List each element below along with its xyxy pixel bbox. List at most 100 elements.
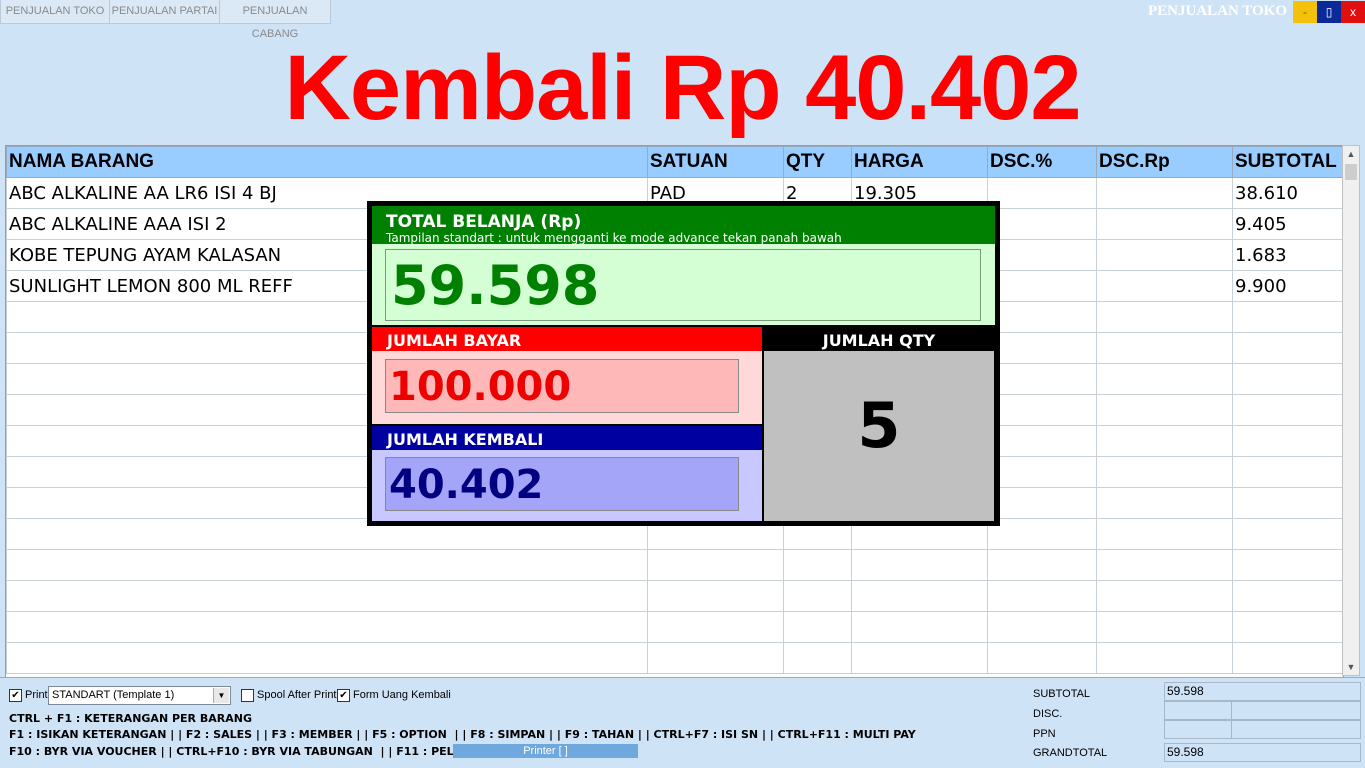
table-cell[interactable] <box>1096 239 1233 271</box>
table-cell[interactable] <box>6 549 648 581</box>
minimize-button[interactable]: - <box>1293 1 1317 23</box>
ppn-percent-field[interactable] <box>1164 720 1232 739</box>
table-cell[interactable] <box>1096 425 1233 457</box>
table-cell[interactable] <box>987 549 1097 581</box>
table-cell[interactable] <box>987 456 1097 488</box>
table-cell[interactable] <box>987 177 1097 209</box>
table-cell[interactable] <box>1096 394 1233 426</box>
table-cell[interactable] <box>647 580 784 612</box>
chevron-down-icon[interactable]: ▼ <box>213 688 229 703</box>
col-satuan[interactable]: SATUAN <box>647 146 784 178</box>
table-cell[interactable] <box>1096 642 1233 674</box>
disc-percent-field[interactable] <box>1164 701 1232 720</box>
table-row[interactable] <box>6 580 1343 612</box>
total-belanja-field[interactable]: 59.598 <box>385 249 981 321</box>
table-cell[interactable] <box>1232 549 1343 581</box>
table-cell[interactable] <box>1096 270 1233 302</box>
col-subtotal[interactable]: SUBTOTAL <box>1232 146 1343 178</box>
table-cell[interactable] <box>1232 425 1343 457</box>
table-cell[interactable] <box>783 611 852 643</box>
grid-scrollbar[interactable]: ▲ ▼ <box>1342 145 1360 676</box>
ppn-amount-field[interactable] <box>1231 720 1361 739</box>
table-cell[interactable] <box>851 549 988 581</box>
table-cell[interactable] <box>987 270 1097 302</box>
table-cell[interactable] <box>851 611 988 643</box>
table-cell[interactable] <box>6 642 648 674</box>
table-cell[interactable] <box>647 642 784 674</box>
table-cell[interactable] <box>6 580 648 612</box>
table-cell[interactable] <box>987 394 1097 426</box>
summary-box: SUBTOTAL DISC. PPN GRANDTOTAL 59.598 59.… <box>1025 680 1363 766</box>
print-checkbox[interactable]: ✔ <box>9 689 22 702</box>
jumlah-bayar-field[interactable]: 100.000 <box>385 359 739 413</box>
table-cell[interactable] <box>987 363 1097 395</box>
table-cell[interactable] <box>1096 580 1233 612</box>
table-cell[interactable] <box>987 301 1097 333</box>
tab-penjualan-toko[interactable]: PENJUALAN TOKO <box>0 0 110 24</box>
table-cell[interactable] <box>1232 611 1343 643</box>
spool-checkbox[interactable] <box>241 689 254 702</box>
table-cell[interactable] <box>851 580 988 612</box>
window-title: PENJUALAN TOKO <box>1147 3 1287 19</box>
table-cell[interactable] <box>1232 642 1343 674</box>
table-cell[interactable] <box>987 487 1097 519</box>
table-cell[interactable] <box>1232 394 1343 426</box>
table-cell[interactable] <box>987 642 1097 674</box>
table-cell[interactable] <box>987 208 1097 240</box>
table-cell[interactable] <box>1232 456 1343 488</box>
table-cell[interactable] <box>1096 487 1233 519</box>
table-cell[interactable]: 38.610 <box>1232 177 1343 209</box>
table-cell[interactable] <box>1232 363 1343 395</box>
table-cell[interactable] <box>1096 456 1233 488</box>
form-uang-kembali-checkbox[interactable]: ✔ <box>337 689 350 702</box>
maximize-button[interactable]: ▯ <box>1317 1 1341 23</box>
table-cell[interactable] <box>987 332 1097 364</box>
table-cell[interactable] <box>1096 208 1233 240</box>
table-row[interactable] <box>6 611 1343 643</box>
table-cell[interactable] <box>987 239 1097 271</box>
table-cell[interactable] <box>1096 363 1233 395</box>
table-cell[interactable]: 9.405 <box>1232 208 1343 240</box>
table-cell[interactable] <box>6 611 648 643</box>
table-row[interactable] <box>6 549 1343 581</box>
table-cell[interactable] <box>1232 487 1343 519</box>
table-cell[interactable] <box>851 642 988 674</box>
scroll-up-icon[interactable]: ▲ <box>1343 146 1359 162</box>
table-cell[interactable] <box>647 611 784 643</box>
col-dsc-percent[interactable]: DSC.% <box>987 146 1097 178</box>
table-cell[interactable] <box>1232 518 1343 550</box>
table-cell[interactable] <box>1096 301 1233 333</box>
col-dsc-rp[interactable]: DSC.Rp <box>1096 146 1233 178</box>
table-cell[interactable] <box>783 580 852 612</box>
table-cell[interactable] <box>987 425 1097 457</box>
table-cell[interactable] <box>1096 177 1233 209</box>
col-qty[interactable]: QTY <box>783 146 852 178</box>
table-cell[interactable] <box>1096 611 1233 643</box>
jumlah-qty-value: 5 <box>857 389 901 462</box>
table-cell[interactable] <box>987 580 1097 612</box>
table-cell[interactable] <box>1232 580 1343 612</box>
table-cell[interactable] <box>1096 549 1233 581</box>
table-cell[interactable] <box>1096 518 1233 550</box>
col-harga[interactable]: HARGA <box>851 146 988 178</box>
table-cell[interactable] <box>1232 301 1343 333</box>
close-button[interactable]: x <box>1341 1 1365 23</box>
table-cell[interactable] <box>1096 332 1233 364</box>
template-select[interactable]: STANDART (Template 1) ▼ <box>48 686 231 705</box>
disc-amount-field[interactable] <box>1231 701 1361 720</box>
table-cell[interactable] <box>987 518 1097 550</box>
jumlah-kembali-field[interactable]: 40.402 <box>385 457 739 511</box>
col-nama-barang[interactable]: NAMA BARANG <box>6 146 648 178</box>
table-cell[interactable] <box>783 642 852 674</box>
table-cell[interactable]: 1.683 <box>1232 239 1343 271</box>
table-cell[interactable]: 9.900 <box>1232 270 1343 302</box>
table-cell[interactable] <box>647 549 784 581</box>
table-cell[interactable] <box>987 611 1097 643</box>
tab-penjualan-cabang[interactable]: PENJUALAN CABANG <box>219 0 331 40</box>
scroll-down-icon[interactable]: ▼ <box>1343 659 1359 675</box>
scroll-thumb[interactable] <box>1345 164 1357 180</box>
table-row[interactable] <box>6 642 1343 674</box>
table-cell[interactable] <box>1232 332 1343 364</box>
tab-penjualan-partai[interactable]: PENJUALAN PARTAI <box>109 0 220 24</box>
table-cell[interactable] <box>783 549 852 581</box>
